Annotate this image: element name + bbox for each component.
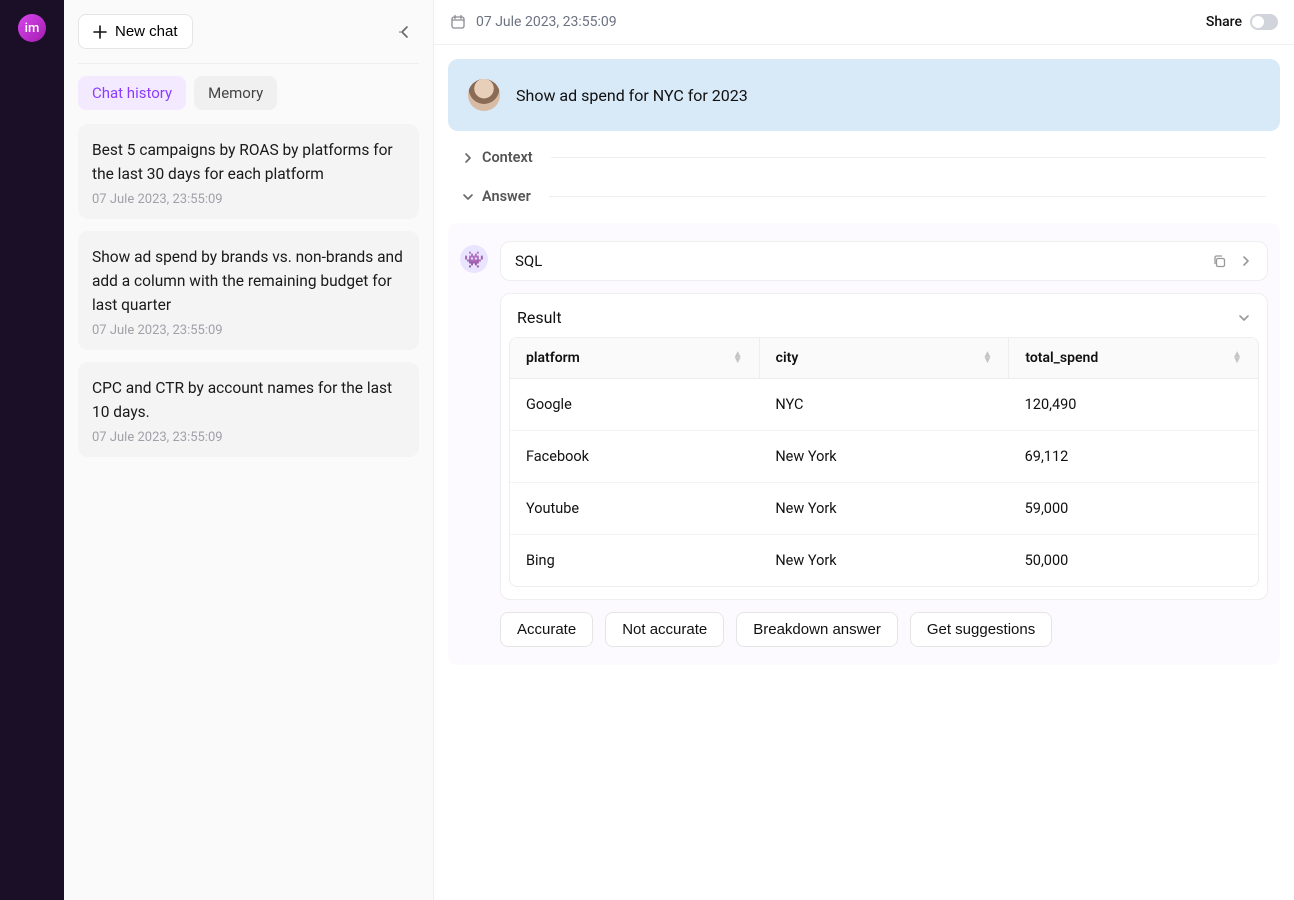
new-chat-button[interactable]: New chat — [78, 14, 193, 49]
column-label: platform — [526, 350, 580, 366]
cell-platform: Facebook — [510, 431, 759, 482]
table-row: Bing New York 50,000 — [510, 535, 1258, 586]
answer-section-header[interactable]: Answer — [448, 184, 1280, 209]
sort-icon: ▲▼ — [733, 352, 743, 364]
answer-label: Answer — [482, 188, 531, 205]
chevron-down-icon[interactable] — [1237, 311, 1251, 325]
arrow-left-icon — [397, 24, 413, 40]
answer-block: 👾 SQL Result — [448, 223, 1280, 665]
get-suggestions-button[interactable]: Get suggestions — [910, 612, 1052, 647]
left-rail: im — [0, 0, 64, 900]
chevron-right-icon[interactable] — [1239, 254, 1253, 269]
result-table: platform ▲▼ city ▲▼ total_spend ▲▼ — [509, 337, 1259, 587]
user-avatar — [468, 79, 500, 111]
chevron-right-icon — [462, 152, 474, 164]
user-prompt-card: Show ad spend for NYC for 2023 — [448, 59, 1280, 131]
tab-chat-history[interactable]: Chat history — [78, 76, 186, 110]
cell-city: New York — [759, 483, 1008, 534]
chevron-down-icon — [462, 191, 474, 203]
feedback-row: Accurate Not accurate Breakdown answer G… — [500, 612, 1268, 647]
collapse-sidebar-button[interactable] — [391, 18, 419, 46]
share-label: Share — [1206, 14, 1242, 30]
divider — [551, 157, 1266, 158]
cell-total-spend: 69,112 — [1009, 431, 1258, 482]
history-item[interactable]: Show ad spend by brands vs. non-brands a… — [78, 231, 419, 350]
cell-platform: Google — [510, 379, 759, 430]
history-item-date: 07 Jule 2023, 23:55:09 — [92, 323, 405, 338]
history-item-title: CPC and CTR by account names for the las… — [92, 376, 405, 424]
header-timestamp: 07 Jule 2023, 23:55:09 — [476, 14, 617, 30]
history-item-title: Best 5 campaigns by ROAS by platforms fo… — [92, 138, 405, 186]
cell-city: NYC — [759, 379, 1008, 430]
sort-icon: ▲▼ — [1232, 352, 1242, 364]
history-item-date: 07 Jule 2023, 23:55:09 — [92, 430, 405, 445]
sql-label: SQL — [515, 252, 542, 270]
share-toggle[interactable] — [1250, 14, 1278, 30]
cell-platform: Bing — [510, 535, 759, 586]
sort-icon: ▲▼ — [982, 352, 992, 364]
history-item-title: Show ad spend by brands vs. non-brands a… — [92, 245, 405, 317]
table-row: Google NYC 120,490 — [510, 379, 1258, 431]
column-header-platform[interactable]: platform ▲▼ — [510, 338, 760, 378]
breakdown-answer-button[interactable]: Breakdown answer — [736, 612, 898, 647]
column-label: total_spend — [1025, 350, 1098, 366]
cell-city: New York — [759, 535, 1008, 586]
plus-icon — [93, 25, 107, 39]
result-card: Result platform ▲▼ city — [500, 293, 1268, 600]
sidebar-tabs: Chat history Memory — [78, 76, 419, 110]
divider — [549, 196, 1266, 197]
context-section-header[interactable]: Context — [448, 145, 1280, 170]
column-label: city — [776, 350, 799, 366]
cell-platform: Youtube — [510, 483, 759, 534]
bot-avatar: 👾 — [460, 245, 488, 273]
cell-total-spend: 120,490 — [1009, 379, 1258, 430]
not-accurate-button[interactable]: Not accurate — [605, 612, 724, 647]
chat-history-list: Best 5 campaigns by ROAS by platforms fo… — [78, 124, 419, 457]
history-item[interactable]: Best 5 campaigns by ROAS by platforms fo… — [78, 124, 419, 219]
sidebar: New chat Chat history Memory Best 5 camp… — [64, 0, 434, 900]
sql-actions — [1212, 254, 1253, 269]
share-control: Share — [1206, 14, 1278, 30]
cell-city: New York — [759, 431, 1008, 482]
column-header-city[interactable]: city ▲▼ — [760, 338, 1010, 378]
result-top: Result — [501, 308, 1267, 337]
app-logo[interactable]: im — [18, 14, 46, 42]
user-prompt-text: Show ad spend for NYC for 2023 — [516, 86, 748, 105]
result-title: Result — [517, 308, 562, 327]
content: Show ad spend for NYC for 2023 Context A… — [434, 45, 1294, 679]
sidebar-top: New chat — [78, 14, 419, 64]
header-left: 07 Jule 2023, 23:55:09 — [450, 14, 617, 30]
table-header-row: platform ▲▼ city ▲▼ total_spend ▲▼ — [510, 338, 1258, 379]
history-item[interactable]: CPC and CTR by account names for the las… — [78, 362, 419, 457]
column-header-total-spend[interactable]: total_spend ▲▼ — [1009, 338, 1258, 378]
tab-memory[interactable]: Memory — [194, 76, 277, 110]
accurate-button[interactable]: Accurate — [500, 612, 593, 647]
answer-body: SQL Result — [500, 241, 1268, 647]
history-item-date: 07 Jule 2023, 23:55:09 — [92, 192, 405, 207]
context-label: Context — [482, 149, 533, 166]
copy-icon[interactable] — [1212, 254, 1227, 269]
table-row: Youtube New York 59,000 — [510, 483, 1258, 535]
cell-total-spend: 59,000 — [1009, 483, 1258, 534]
calendar-icon — [450, 14, 466, 30]
cell-total-spend: 50,000 — [1009, 535, 1258, 586]
main-header: 07 Jule 2023, 23:55:09 Share — [434, 0, 1294, 45]
sql-row[interactable]: SQL — [500, 241, 1268, 281]
main-panel: 07 Jule 2023, 23:55:09 Share Show ad spe… — [434, 0, 1294, 900]
table-row: Facebook New York 69,112 — [510, 431, 1258, 483]
new-chat-label: New chat — [115, 23, 178, 40]
